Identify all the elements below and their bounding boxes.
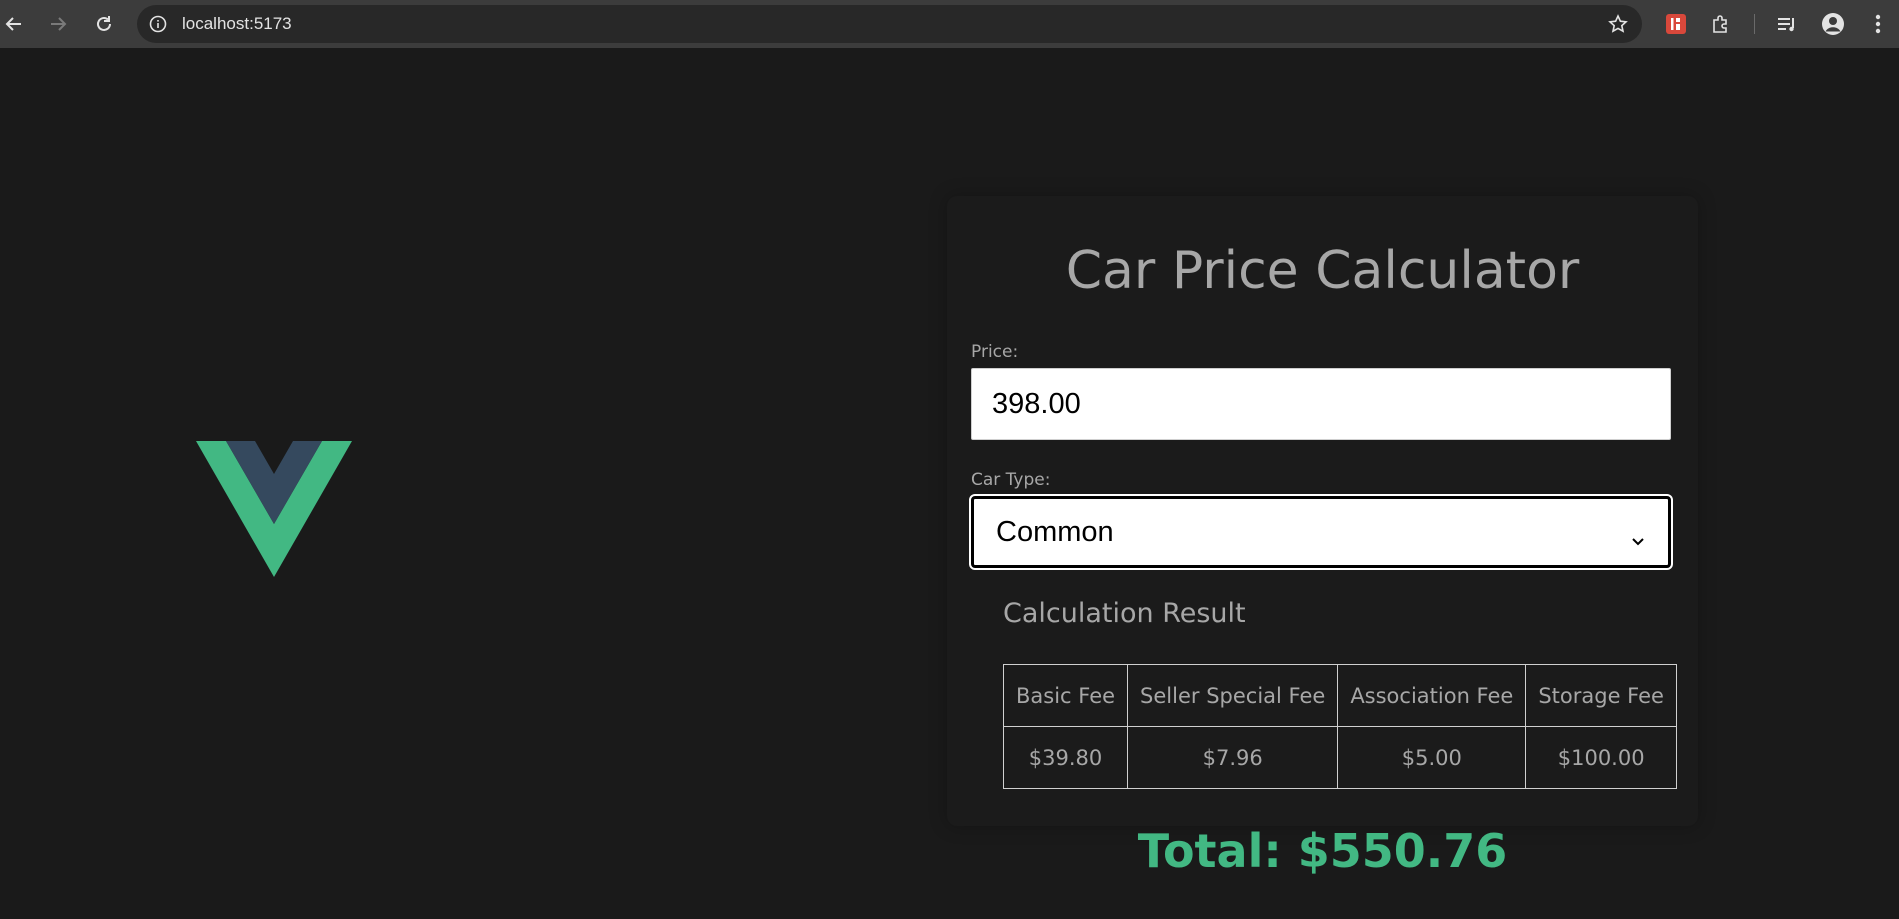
extensions-puzzle-icon[interactable] bbox=[1709, 12, 1733, 36]
media-queue-icon[interactable] bbox=[1775, 12, 1799, 36]
price-input[interactable] bbox=[971, 368, 1671, 440]
table-header-cell: Basic Fee bbox=[1002, 664, 1129, 727]
fee-table: Basic Fee Seller Special Fee Association… bbox=[1002, 664, 1677, 789]
extension-red-icon[interactable] bbox=[1664, 12, 1688, 36]
vue-logo bbox=[196, 441, 352, 577]
chevron-down-icon bbox=[1630, 524, 1646, 546]
bookmark-star-icon[interactable] bbox=[1608, 14, 1628, 34]
back-arrow-icon[interactable] bbox=[0, 10, 28, 38]
forward-arrow-icon[interactable] bbox=[44, 10, 72, 38]
result-heading: Calculation Result bbox=[1003, 598, 1246, 629]
address-bar[interactable]: localhost:5173 bbox=[137, 5, 1642, 43]
car-type-selected-value: Common bbox=[996, 515, 1114, 548]
url-text[interactable]: localhost:5173 bbox=[182, 14, 292, 34]
car-type-select[interactable]: Common bbox=[969, 494, 1673, 570]
price-label: Price: bbox=[971, 342, 1019, 362]
table-cell: $39.80 bbox=[1002, 726, 1129, 789]
table-header-cell: Association Fee bbox=[1337, 664, 1527, 727]
table-cell: $100.00 bbox=[1525, 726, 1677, 789]
menu-dots-icon[interactable] bbox=[1866, 12, 1890, 36]
table-cell: $5.00 bbox=[1337, 726, 1527, 789]
total-amount: Total: $550.76 bbox=[1137, 824, 1508, 878]
car-type-label: Car Type: bbox=[971, 470, 1051, 490]
page-title: Car Price Calculator bbox=[1065, 241, 1580, 301]
table-header-cell: Seller Special Fee bbox=[1127, 664, 1339, 727]
site-info-icon[interactable] bbox=[149, 15, 167, 33]
toolbar-divider bbox=[1754, 14, 1755, 34]
table-row: $39.80 $7.96 $5.00 $100.00 bbox=[1002, 726, 1677, 789]
table-header-cell: Storage Fee bbox=[1525, 664, 1677, 727]
browser-toolbar: localhost:5173 bbox=[0, 0, 1899, 48]
table-header-row: Basic Fee Seller Special Fee Association… bbox=[1002, 664, 1677, 727]
profile-icon[interactable] bbox=[1821, 12, 1845, 36]
reload-icon[interactable] bbox=[90, 10, 118, 38]
table-cell: $7.96 bbox=[1127, 726, 1339, 789]
